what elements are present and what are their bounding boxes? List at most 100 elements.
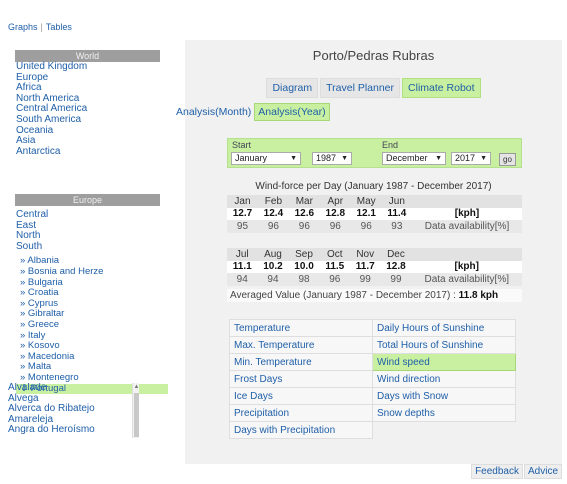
month-label: Feb bbox=[257, 195, 289, 208]
param-frost-days[interactable]: Frost Days bbox=[229, 370, 373, 388]
advice-link[interactable]: Advice bbox=[523, 464, 562, 479]
wind-value: 12.1 bbox=[350, 207, 382, 220]
param-snow-depths[interactable]: Snow depths bbox=[372, 404, 516, 422]
month-label: Oct bbox=[319, 248, 350, 261]
parameter-row: Max. Temperature Total Hours of Sunshine bbox=[229, 336, 516, 354]
tab-analysis-year[interactable]: Analysis(Year) bbox=[254, 103, 330, 121]
wind-value: 12.6 bbox=[288, 207, 320, 220]
availability-row: 94 94 98 96 99 99 Data availability[%] bbox=[227, 273, 522, 286]
europe-list: Central East North South bbox=[16, 209, 168, 253]
city-list[interactable]: Alvalade Alvega Alverca do Ribatejo Amarele… bbox=[8, 383, 138, 438]
param-temperature[interactable]: Temperature bbox=[229, 319, 373, 337]
availability-value: 96 bbox=[319, 220, 351, 233]
month-label: Jul bbox=[227, 248, 258, 261]
unit-label: [kph] bbox=[411, 260, 522, 273]
parameter-row: Temperature Daily Hours of Sunshine bbox=[229, 319, 516, 337]
wind-value: 12.4 bbox=[257, 207, 289, 220]
param-daily-hours-of-sunshine[interactable]: Daily Hours of Sunshine bbox=[372, 319, 516, 337]
parameter-row: Ice Days Days with Snow bbox=[229, 387, 516, 405]
country-list: » Albania» Bosnia and Herze» Bulgaria» C… bbox=[16, 256, 168, 395]
scroll-up-icon[interactable]: ▲ bbox=[133, 383, 140, 392]
averaged-value: Averaged Value (January 1987 - December … bbox=[227, 289, 522, 302]
wind-value: 11.4 bbox=[381, 207, 412, 220]
month-label: Mar bbox=[288, 195, 320, 208]
param-days-with-precipitation[interactable]: Days with Precipitation bbox=[229, 421, 373, 439]
param-ice-days[interactable]: Ice Days bbox=[229, 387, 373, 405]
availability-value: 96 bbox=[319, 273, 350, 286]
month-row: Jul Aug Sep Oct Nov Dec bbox=[227, 248, 522, 261]
end-month-select[interactable]: December ▼ bbox=[382, 152, 446, 165]
sidebar-item-central[interactable]: Central bbox=[16, 209, 168, 221]
graphs-link[interactable]: Graphs bbox=[8, 22, 38, 32]
chart-title: Wind-force per Day (January 1987 - Decem… bbox=[255, 181, 492, 192]
availability-value: 96 bbox=[288, 220, 320, 233]
date-range-selector: Start End January ▼ 1987 ▼ December ▼ 2017 ▼… bbox=[227, 138, 522, 168]
tab-diagram[interactable]: Diagram bbox=[266, 78, 319, 98]
param-wind-speed[interactable]: Wind speed bbox=[372, 353, 516, 371]
param-min-temperature[interactable]: Min. Temperature bbox=[229, 353, 373, 371]
availability-value: 93 bbox=[381, 220, 412, 233]
end-year-select[interactable]: 2017 ▼ bbox=[451, 152, 491, 165]
wind-value: 11.5 bbox=[319, 260, 350, 273]
parameter-grid: Temperature Daily Hours of Sunshine Max. T… bbox=[229, 319, 516, 439]
month-row: Jan Feb Mar Apr May Jun bbox=[227, 195, 522, 208]
month-label: Sep bbox=[288, 248, 320, 261]
city-item-alvalade[interactable]: Alvalade bbox=[8, 383, 138, 394]
sidebar-item-united-kingdom[interactable]: United Kingdom bbox=[16, 61, 168, 73]
wind-value: 12.8 bbox=[380, 260, 412, 273]
availability-value: 99 bbox=[380, 273, 412, 286]
tab-analysis-month[interactable]: Analysis(Month) bbox=[173, 104, 254, 120]
city-item-angra-do-hero-smo[interactable]: Angra do Heroísmo bbox=[8, 425, 138, 436]
sidebar-item-south[interactable]: South bbox=[16, 241, 168, 253]
wind-table-second-half: Jul Aug Sep Oct Nov Dec 11.1 10.2 10.0 11.5 11.7 1… bbox=[227, 248, 522, 286]
go-button[interactable]: go bbox=[499, 153, 516, 166]
spacer-cell bbox=[411, 248, 522, 261]
spacer-cell bbox=[411, 195, 522, 208]
tables-link[interactable]: Tables bbox=[46, 22, 72, 32]
city-list-scrollbar[interactable]: ▲ bbox=[132, 383, 139, 438]
chevron-down-icon: ▼ bbox=[341, 155, 348, 162]
sidebar-item-south-america[interactable]: South America bbox=[16, 114, 168, 126]
start-month-select[interactable]: January ▼ bbox=[231, 152, 301, 165]
availability-value: 98 bbox=[288, 273, 320, 286]
averaged-value-label: Averaged Value (January 1987 - December … bbox=[230, 290, 456, 301]
parameter-row: Days with Precipitation bbox=[229, 421, 516, 439]
month-label: Apr bbox=[319, 195, 351, 208]
param-max-temperature[interactable]: Max. Temperature bbox=[229, 336, 373, 354]
unit-label: [kph] bbox=[411, 207, 522, 220]
availability-row: 95 96 96 96 96 93 Data availability[%] bbox=[227, 220, 522, 233]
sidebar-item-greece[interactable]: » Greece bbox=[16, 319, 168, 331]
param-total-hours-of-sunshine[interactable]: Total Hours of Sunshine bbox=[372, 336, 516, 354]
page-title: Porto/Pedras Rubras bbox=[312, 48, 435, 63]
start-year-select[interactable]: 1987 ▼ bbox=[312, 152, 352, 165]
sidebar-item-antarctica[interactable]: Antarctica bbox=[16, 146, 168, 158]
scroll-thumb[interactable] bbox=[134, 393, 139, 437]
month-label: Dec bbox=[380, 248, 412, 261]
end-label: End bbox=[382, 140, 399, 150]
month-label: Jun bbox=[381, 195, 412, 208]
sidebar-item-oceania[interactable]: Oceania bbox=[16, 125, 168, 137]
param-wind-direction[interactable]: Wind direction bbox=[372, 370, 516, 388]
feedback-link[interactable]: Feedback bbox=[471, 464, 523, 479]
wind-value: 10.0 bbox=[288, 260, 320, 273]
wind-value: 11.7 bbox=[350, 260, 381, 273]
sidebar-item-montenegro[interactable]: » Montenegro bbox=[16, 372, 168, 384]
wind-value: 11.1 bbox=[227, 260, 258, 273]
availability-value: 94 bbox=[257, 273, 289, 286]
param-days-with-snow[interactable]: Days with Snow bbox=[372, 387, 516, 405]
tab-travel-planner[interactable]: Travel Planner bbox=[320, 78, 401, 98]
start-label: Start bbox=[232, 140, 252, 150]
availability-label: Data availability[%] bbox=[411, 273, 522, 286]
sidebar-item-bosnia-and-herze[interactable]: » Bosnia and Herze bbox=[16, 266, 168, 278]
world-section: World United Kingdom Europe Africa North Am… bbox=[8, 50, 168, 157]
chevron-down-icon: ▼ bbox=[435, 155, 442, 162]
tab-climate-robot[interactable]: Climate Robot bbox=[402, 78, 481, 98]
availability-value: 96 bbox=[257, 220, 289, 233]
nav-separator: | bbox=[40, 22, 43, 32]
europe-section: Europe Central East North South » Albania» … bbox=[8, 194, 168, 395]
month-label: Nov bbox=[350, 248, 381, 261]
wind-table-first-half: Jan Feb Mar Apr May Jun 12.7 12.4 12.6 12.8 12.1 1… bbox=[227, 195, 522, 233]
param-precipitation[interactable]: Precipitation bbox=[229, 404, 373, 422]
chevron-down-icon: ▼ bbox=[290, 155, 297, 162]
empty-cell bbox=[373, 422, 516, 439]
